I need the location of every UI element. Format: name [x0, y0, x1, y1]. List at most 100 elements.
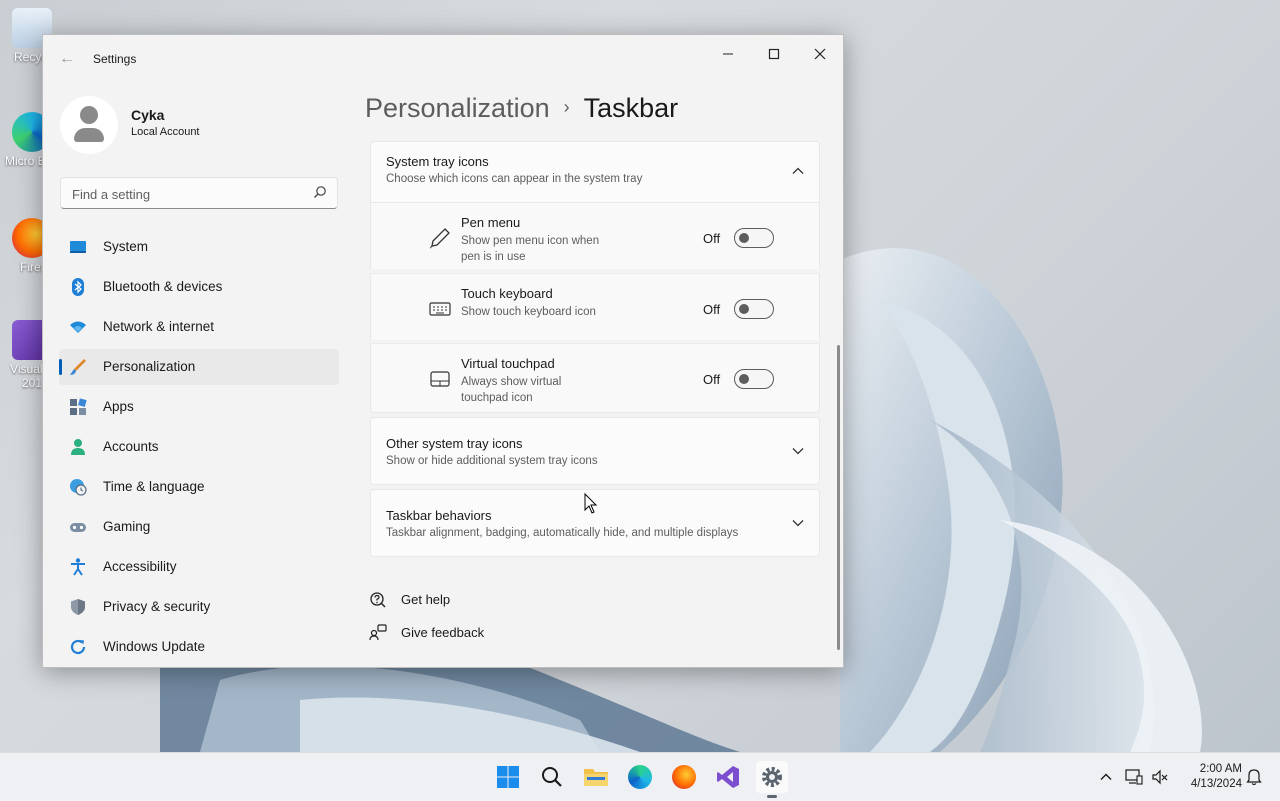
sidebar-item-label: System [103, 239, 149, 254]
chevron-down-icon[interactable] [791, 516, 805, 530]
tray-volume-button[interactable] [1150, 767, 1170, 787]
search-icon [542, 767, 562, 787]
globe-clock-icon [70, 479, 87, 496]
tray-network-button[interactable] [1124, 767, 1144, 787]
taskbar-firefox[interactable] [668, 761, 700, 793]
toggle-state-label: Off [703, 231, 721, 246]
sidebar-item-label: Gaming [103, 519, 151, 534]
breadcrumb: Personalization › Taskbar [365, 93, 678, 124]
settings-window: ← Settings Cyka Local Account System Blu… [42, 34, 844, 668]
setting-title: Touch keyboard [461, 286, 553, 301]
account-type: Local Account [131, 126, 200, 138]
clock-date: 4/13/2024 [1190, 778, 1242, 790]
setting-title: Pen menu [461, 215, 521, 230]
sidebar-item-network[interactable]: Network & internet [59, 309, 339, 345]
firefox-icon [672, 765, 696, 789]
chevron-up-icon[interactable] [791, 164, 805, 178]
gear-icon [762, 767, 782, 787]
taskbar-visual-studio[interactable] [712, 761, 744, 793]
title-bar[interactable]: ← Settings [43, 35, 843, 83]
sidebar-item-label: Personalization [103, 359, 196, 374]
section-subtitle: Show or hide additional system tray icon… [386, 455, 598, 467]
breadcrumb-parent[interactable]: Personalization [365, 93, 550, 123]
system-tray-icons-header[interactable]: System tray icons Choose which icons can… [370, 141, 820, 203]
sidebar-nav: System Bluetooth & devices Network & int… [59, 229, 339, 667]
taskbar-file-explorer[interactable] [580, 761, 612, 793]
visual-studio-icon [717, 766, 739, 788]
search-box[interactable] [60, 177, 338, 209]
touchpad-icon [430, 371, 450, 387]
other-system-tray-icons-card[interactable]: Other system tray icons Show or hide add… [370, 417, 820, 485]
setting-subtitle: Always show virtual touchpad icon [461, 376, 562, 404]
sidebar-item-accounts[interactable]: Accounts [59, 429, 339, 465]
user-name: Cyka [131, 107, 165, 123]
setting-row-pen-menu: Pen menu Show pen menu icon when pen is … [370, 203, 820, 269]
chevron-down-icon[interactable] [791, 444, 805, 458]
sidebar-item-gaming[interactable]: Gaming [59, 509, 339, 545]
setting-row-touch-keyboard: Touch keyboard Show touch keyboard icon … [370, 273, 820, 340]
clock[interactable]: 2:00 AM 4/13/2024 [1180, 762, 1242, 792]
toggle-state-label: Off [703, 372, 721, 387]
sidebar-item-privacy-security[interactable]: Privacy & security [59, 589, 339, 625]
shield-icon [71, 599, 85, 615]
section-title: Other system tray icons [386, 436, 523, 451]
help-icon [370, 592, 386, 608]
folder-icon [584, 769, 608, 786]
accessibility-icon [71, 558, 85, 576]
sidebar-item-label: Time & language [103, 479, 205, 494]
give-feedback-label: Give feedback [401, 625, 485, 640]
chevron-up-icon [1100, 773, 1112, 780]
section-title: Taskbar behaviors [386, 508, 492, 523]
notification-icon [1246, 769, 1262, 786]
sidebar-item-apps[interactable]: Apps [59, 389, 339, 425]
toggle-state-label: Off [703, 302, 721, 317]
setting-subtitle: Show pen menu icon when pen is in use [461, 235, 600, 263]
maximize-icon [768, 48, 780, 60]
search-input[interactable] [70, 184, 304, 204]
breadcrumb-separator: › [563, 97, 570, 117]
sidebar-item-label: Windows Update [103, 639, 206, 654]
desktop-icon-label: Firef [20, 260, 44, 274]
tray-overflow-button[interactable] [1096, 767, 1116, 787]
start-button[interactable] [492, 761, 524, 793]
back-button[interactable]: ← [57, 51, 77, 67]
search-icon [314, 186, 326, 198]
virtual-touchpad-toggle[interactable] [734, 369, 774, 389]
sidebar-item-label: Accounts [103, 439, 159, 454]
setting-title: Virtual touchpad [461, 356, 555, 371]
mouse-cursor-icon [584, 493, 598, 514]
close-icon [814, 48, 826, 60]
avatar-body [74, 128, 104, 142]
sidebar-item-bluetooth[interactable]: Bluetooth & devices [59, 269, 339, 305]
minimize-icon [723, 53, 733, 55]
sidebar-item-time-language[interactable]: Time & language [59, 469, 339, 505]
taskbar-settings[interactable] [756, 761, 788, 798]
sidebar-item-label: Apps [103, 399, 134, 414]
close-button[interactable] [797, 39, 843, 69]
maximize-button[interactable] [751, 39, 797, 69]
get-help-label: Get help [401, 592, 451, 607]
sidebar-item-personalization[interactable]: Personalization [59, 349, 339, 385]
taskbar-search-button[interactable] [536, 761, 568, 793]
update-icon [70, 639, 86, 655]
notifications-button[interactable] [1244, 767, 1264, 787]
sidebar-item-windows-update[interactable]: Windows Update [59, 629, 339, 665]
section-subtitle: Taskbar alignment, badging, automaticall… [386, 527, 739, 539]
touch-keyboard-toggle[interactable] [734, 299, 774, 319]
windows-logo-icon [497, 766, 519, 788]
taskbar: 2:00 AM 4/13/2024 [0, 752, 1280, 801]
sidebar-item-system[interactable]: System [59, 229, 339, 265]
sidebar-item-accessibility[interactable]: Accessibility [59, 549, 339, 585]
pen-menu-toggle[interactable] [734, 228, 774, 248]
content-scrollbar[interactable] [837, 345, 840, 650]
toggle-knob [739, 233, 749, 243]
taskbar-edge[interactable] [624, 761, 656, 793]
accounts-icon [71, 439, 85, 455]
pen-icon [430, 228, 450, 249]
minimize-button[interactable] [705, 39, 751, 69]
clock-time: 2:00 AM [1199, 763, 1242, 775]
sidebar-item-label: Network & internet [103, 319, 215, 334]
network-icon [1125, 769, 1143, 785]
avatar[interactable] [60, 96, 118, 154]
wifi-icon [70, 321, 86, 333]
